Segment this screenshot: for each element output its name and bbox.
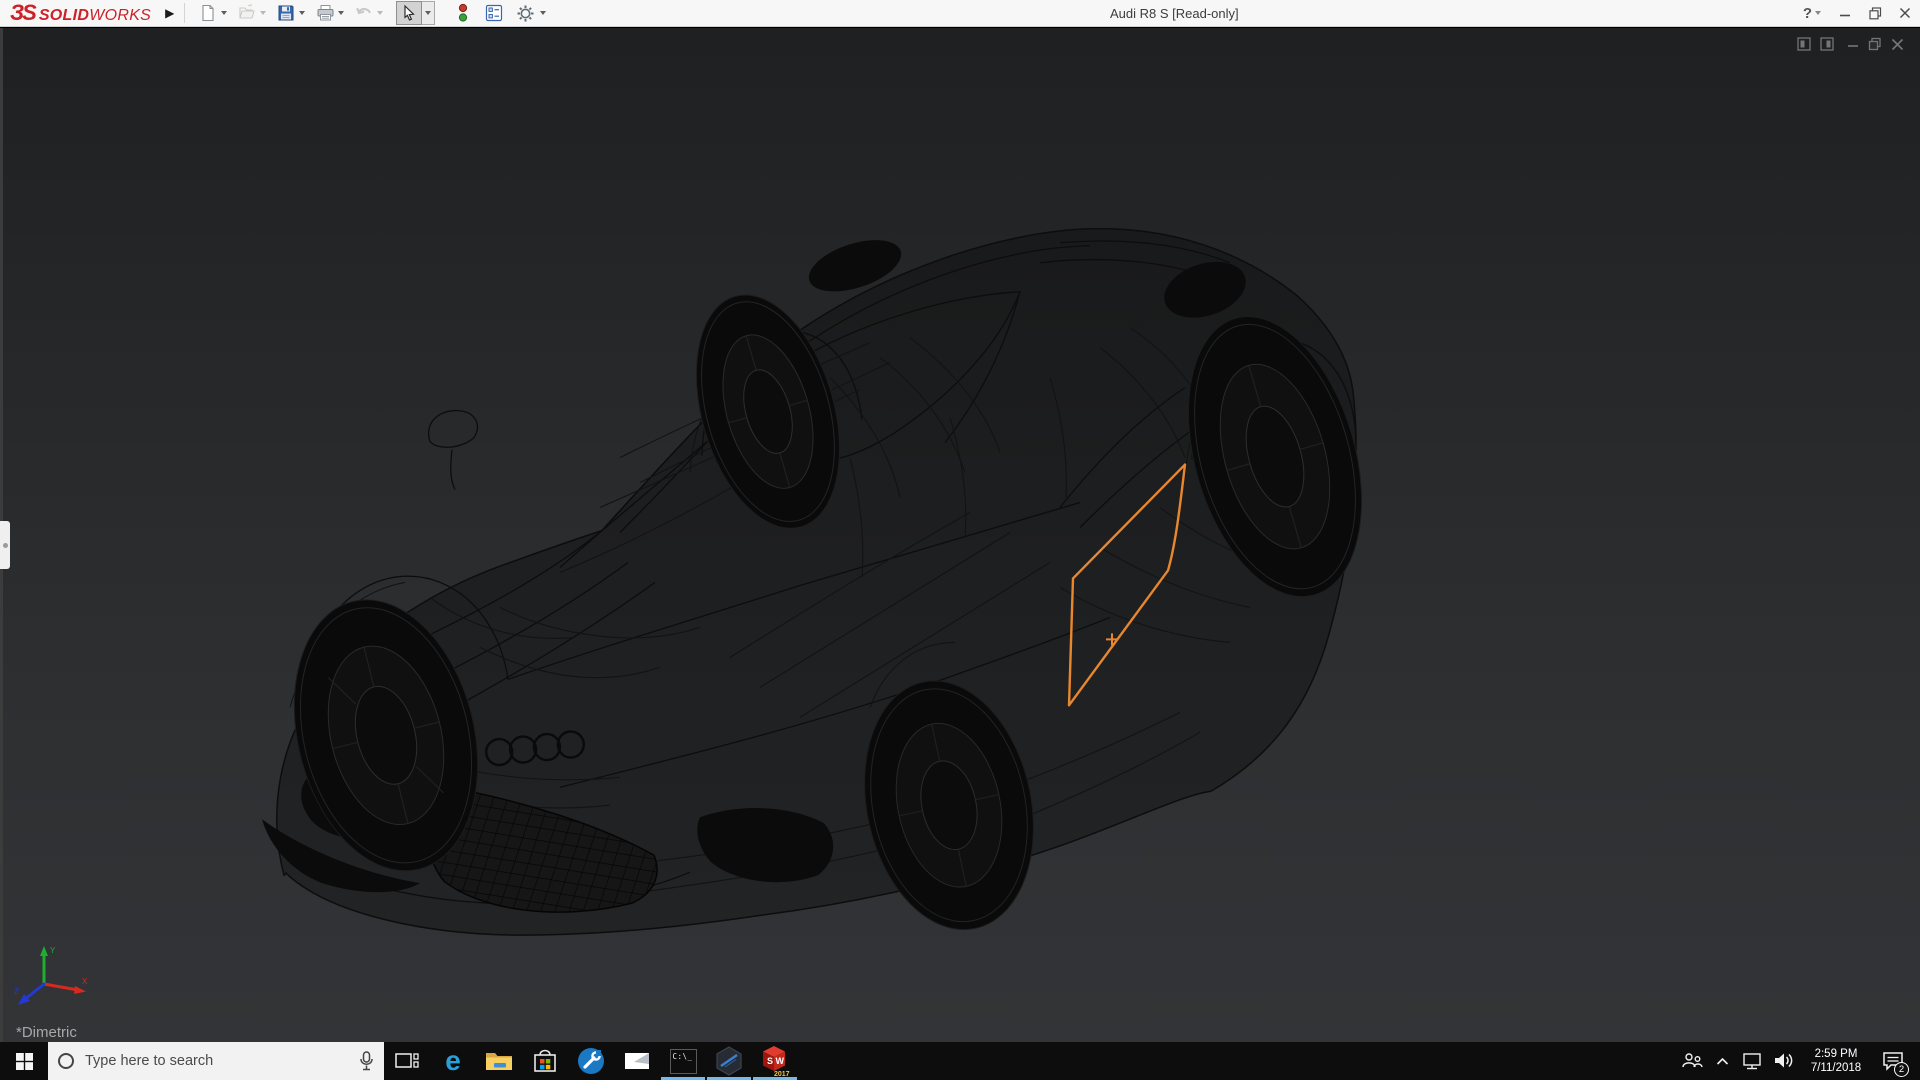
doc-minimize-icon[interactable] bbox=[1847, 37, 1859, 51]
edge-icon: e bbox=[445, 1046, 461, 1076]
triad-z-label: Z bbox=[14, 987, 19, 996]
quick-access-toolbar bbox=[197, 1, 552, 25]
dropdown-arrow-icon[interactable] bbox=[221, 11, 228, 15]
store-icon bbox=[534, 1049, 556, 1072]
mail-button[interactable] bbox=[614, 1042, 660, 1080]
doc-restore-icon[interactable] bbox=[1868, 37, 1882, 51]
svg-text:W: W bbox=[776, 1056, 785, 1066]
cortana-icon bbox=[58, 1053, 74, 1069]
command-prompt-button[interactable]: C:\_ bbox=[660, 1042, 706, 1080]
solidworks-2017-icon: S W 2017 bbox=[763, 1046, 790, 1077]
help-button[interactable]: ? bbox=[1794, 0, 1830, 26]
taskbar-clock[interactable]: 2:59 PM 7/11/2018 bbox=[1804, 1047, 1868, 1075]
triad-x-label: X bbox=[82, 977, 88, 986]
solidworks-app-button[interactable]: S W 2017 bbox=[752, 1042, 798, 1080]
pane-right-icon[interactable] bbox=[1820, 37, 1834, 51]
pane-left-icon[interactable] bbox=[1797, 37, 1811, 51]
document-window-controls bbox=[1797, 37, 1904, 51]
windows-taskbar: e C:\_ S W 2017 bbox=[0, 1042, 1920, 1080]
hexagon-app-button[interactable] bbox=[706, 1042, 752, 1080]
notification-badge: 2 bbox=[1894, 1062, 1909, 1077]
select-cursor-icon bbox=[396, 1, 423, 25]
svg-text:S: S bbox=[767, 1056, 773, 1066]
undo-icon bbox=[353, 2, 375, 24]
new-document-button[interactable] bbox=[197, 2, 228, 24]
triad-y-label: Y bbox=[50, 946, 56, 955]
file-explorer-icon bbox=[486, 1053, 512, 1070]
open-document-icon bbox=[236, 2, 258, 24]
command-prompt-icon: C:\_ bbox=[669, 1048, 697, 1074]
options-list-button[interactable] bbox=[483, 2, 505, 24]
select-tool-dropdown[interactable] bbox=[422, 1, 436, 25]
hexagon-app-icon bbox=[716, 1046, 742, 1076]
clock-date: 7/11/2018 bbox=[1810, 1062, 1862, 1074]
dropdown-arrow-icon[interactable] bbox=[299, 11, 306, 15]
help-label: ? bbox=[1802, 4, 1813, 22]
orientation-triad: Y X Z bbox=[14, 946, 88, 1005]
dropdown-arrow-icon[interactable] bbox=[540, 11, 547, 15]
select-tool-button[interactable] bbox=[396, 1, 436, 25]
volume-icon[interactable] bbox=[1772, 1042, 1796, 1080]
window-controls: ? bbox=[1794, 0, 1920, 26]
solidworks-logo: ЗS SOLID WORKS bbox=[0, 0, 152, 25]
graphics-viewport[interactable]: Y X Z *Dimetric bbox=[0, 28, 1920, 1042]
dropdown-arrow-icon[interactable] bbox=[338, 11, 345, 15]
print-icon bbox=[314, 2, 336, 24]
settings-button[interactable] bbox=[514, 2, 547, 24]
traffic-light-icon bbox=[452, 2, 474, 24]
windows-logo-icon bbox=[15, 1052, 33, 1070]
options-list-icon bbox=[483, 2, 505, 24]
solidworks-window: ЗS SOLID WORKS ▶ Audi R8 S [Read-only] ?… bbox=[0, 0, 1920, 1080]
store-button[interactable] bbox=[522, 1042, 568, 1080]
people-icon[interactable] bbox=[1680, 1042, 1704, 1080]
brand-solid-text: SOLID bbox=[38, 6, 90, 24]
task-view-icon bbox=[395, 1053, 419, 1068]
open-document-button[interactable] bbox=[236, 2, 267, 24]
action-center-button[interactable]: 2 bbox=[1876, 1042, 1910, 1080]
wrench-circle-icon bbox=[578, 1048, 604, 1074]
car-wireframe-model[interactable] bbox=[0, 28, 1920, 1042]
print-button[interactable] bbox=[314, 2, 345, 24]
edge-button[interactable]: e bbox=[430, 1042, 476, 1080]
setup-wrench-button[interactable] bbox=[568, 1042, 614, 1080]
clock-time: 2:59 PM bbox=[1814, 1048, 1858, 1060]
search-input[interactable] bbox=[85, 1053, 348, 1069]
cmd-prompt-text: C:\_ bbox=[672, 1051, 693, 1061]
view-orientation-label: *Dimetric bbox=[16, 1024, 77, 1041]
restore-button[interactable] bbox=[1860, 0, 1890, 26]
settings-gear-icon bbox=[514, 2, 536, 24]
hidden-icons-chevron-icon[interactable] bbox=[1712, 1042, 1732, 1080]
taskbar-search[interactable] bbox=[48, 1042, 384, 1080]
ds-logo-mark-icon: ЗS bbox=[10, 0, 37, 25]
save-button[interactable] bbox=[275, 2, 306, 24]
close-button[interactable] bbox=[1890, 0, 1920, 26]
dropdown-arrow-icon bbox=[260, 11, 267, 15]
start-button[interactable] bbox=[0, 1042, 48, 1080]
file-explorer-button[interactable] bbox=[476, 1042, 522, 1080]
minimize-button[interactable] bbox=[1830, 0, 1860, 26]
titlebar: ЗS SOLID WORKS ▶ Audi R8 S [Read-only] ? bbox=[0, 0, 1920, 27]
new-document-icon bbox=[197, 2, 219, 24]
brand-works-text: WORKS bbox=[89, 6, 152, 24]
doc-close-icon[interactable] bbox=[1891, 38, 1904, 51]
menu-flyout-arrow-icon[interactable]: ▶ bbox=[165, 6, 174, 20]
feature-panel-collapsed-tab[interactable] bbox=[0, 521, 10, 569]
microphone-icon bbox=[360, 1051, 373, 1071]
mail-icon bbox=[625, 1053, 649, 1069]
window-title: Audi R8 S [Read-only] bbox=[1110, 6, 1239, 21]
svg-text:e: e bbox=[445, 1046, 461, 1076]
toolbar-separator bbox=[184, 3, 186, 23]
tab-dot-icon bbox=[2, 542, 8, 548]
traffic-light-button[interactable] bbox=[452, 2, 474, 24]
dropdown-arrow-icon bbox=[377, 11, 384, 15]
task-view-button[interactable] bbox=[384, 1042, 430, 1080]
save-icon bbox=[275, 2, 297, 24]
system-tray: 2:59 PM 7/11/2018 2 bbox=[1680, 1042, 1920, 1080]
network-icon[interactable] bbox=[1740, 1042, 1764, 1080]
undo-button bbox=[353, 2, 384, 24]
